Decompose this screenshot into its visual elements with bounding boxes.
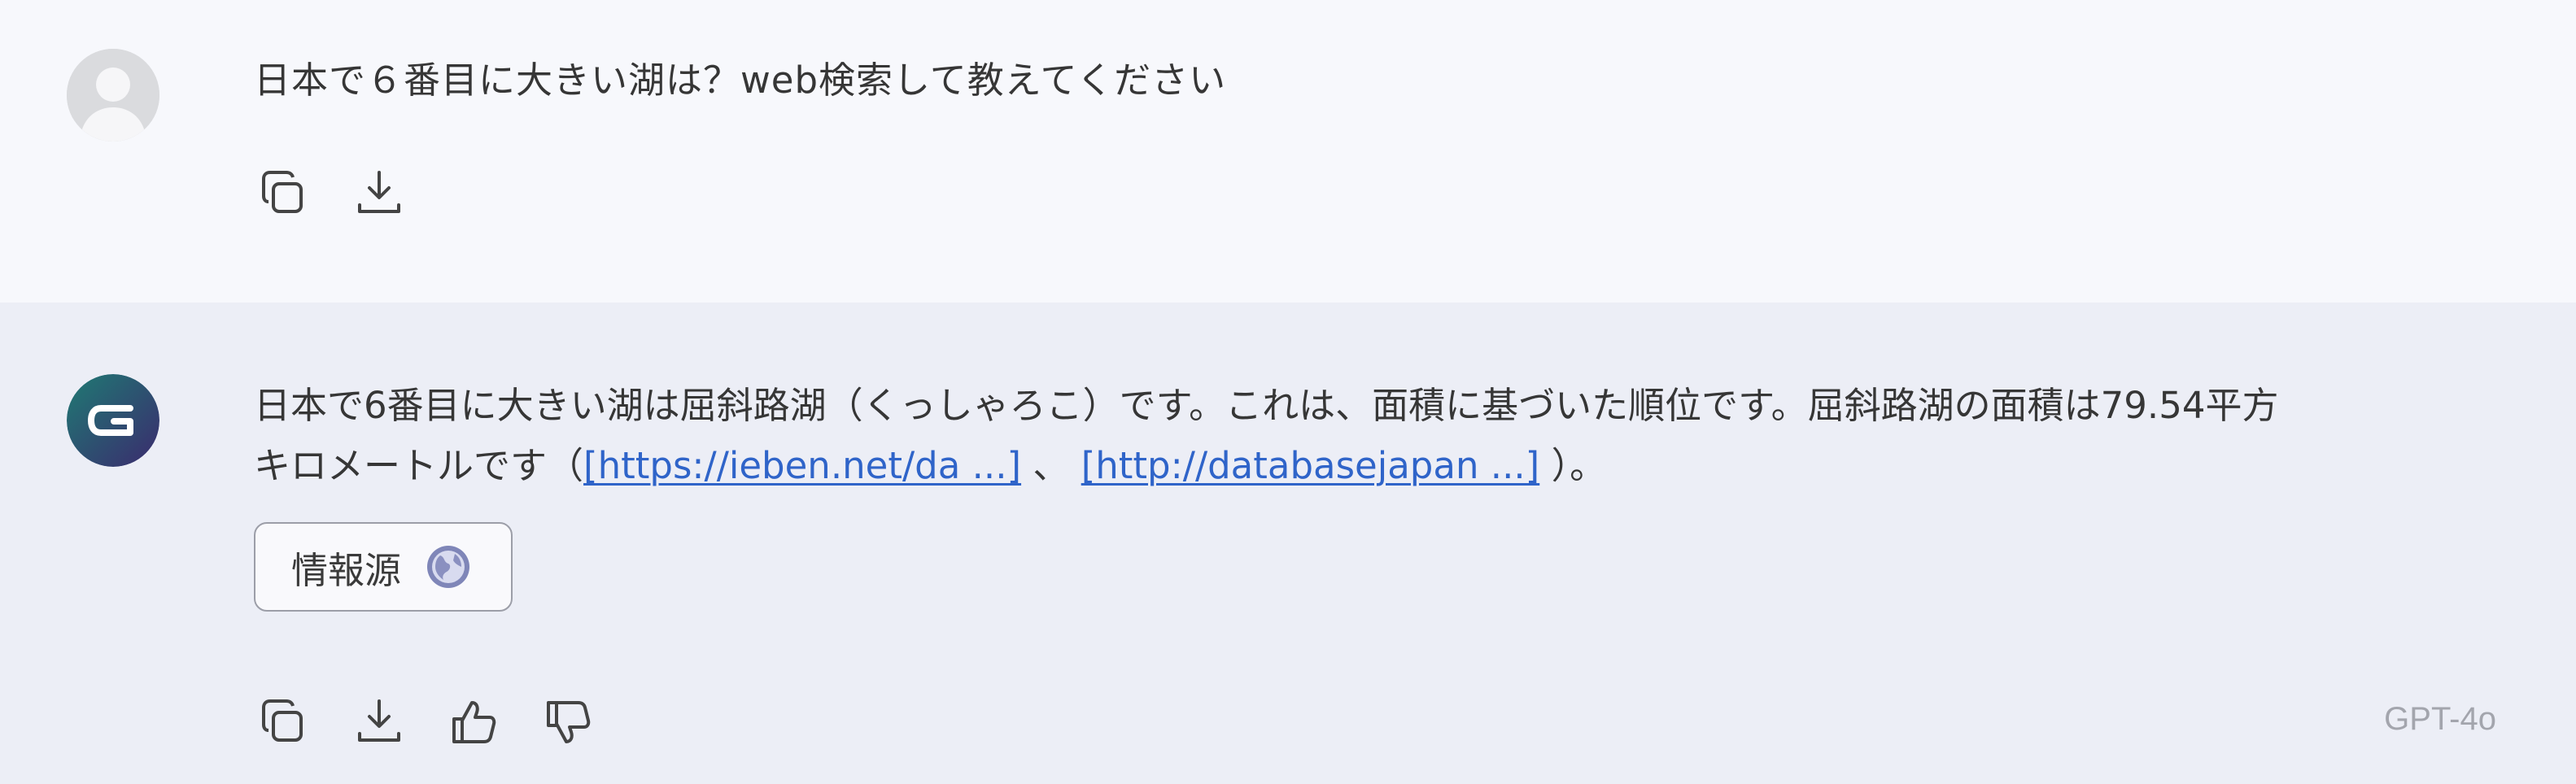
assistant-logo-icon [67,374,159,467]
download-icon [358,699,400,742]
assistant-message-text: 日本で6番目に大きい湖は屈斜路湖（くっしゃろこ）です。これは、面積に基づいた順位… [254,376,2278,496]
copy-icon [262,171,303,213]
user-message-text: 日本で６番目に大きい湖は？web検索して教えてください [254,59,1227,102]
link-separator: 、 [1021,444,1070,487]
copy-button[interactable] [254,163,316,224]
download-button[interactable] [348,163,410,224]
assistant-message-row: 日本で6番目に大きい湖は屈斜路湖（くっしゃろこ）です。これは、面積に基づいた順位… [0,303,2576,784]
thumbs-down-icon [547,701,591,743]
assistant-message-actions [254,691,599,753]
assistant-text-line1: 日本で6番目に大きい湖は屈斜路湖（くっしゃろこ）です。これは、面積に基づいた順位… [254,384,2279,427]
copy-button[interactable] [254,691,316,753]
thumbs-up-icon [452,701,496,743]
sources-button[interactable]: 情報源 [254,522,513,612]
assistant-text-line2: キロメートルです（[https://ieben.net/da ...] 、 [h… [254,436,2278,496]
copy-icon [262,699,303,742]
globe-icon [427,546,470,588]
assistant-text-line2-start: キロメートルです（ [254,444,584,487]
download-icon [358,171,400,213]
source-link-ieben[interactable]: [https://ieben.net/da ...] [583,444,1021,487]
user-avatar-icon [67,49,159,142]
assistant-text-end: ）。 [1551,444,1607,487]
download-button[interactable] [348,691,410,753]
sources-button-label: 情報源 [291,548,402,592]
user-avatar [67,49,159,142]
assistant-avatar [67,374,159,467]
source-link-databasejapan[interactable]: [http://databasejapan ...] [1081,444,1540,487]
user-message-actions [254,163,410,224]
thumbs-up-button[interactable] [443,691,504,753]
model-label: GPT-4o [2384,701,2496,737]
user-message-row: 日本で６番目に大きい湖は？web検索して教えてください [0,0,2576,303]
thumbs-down-button[interactable] [537,691,599,753]
